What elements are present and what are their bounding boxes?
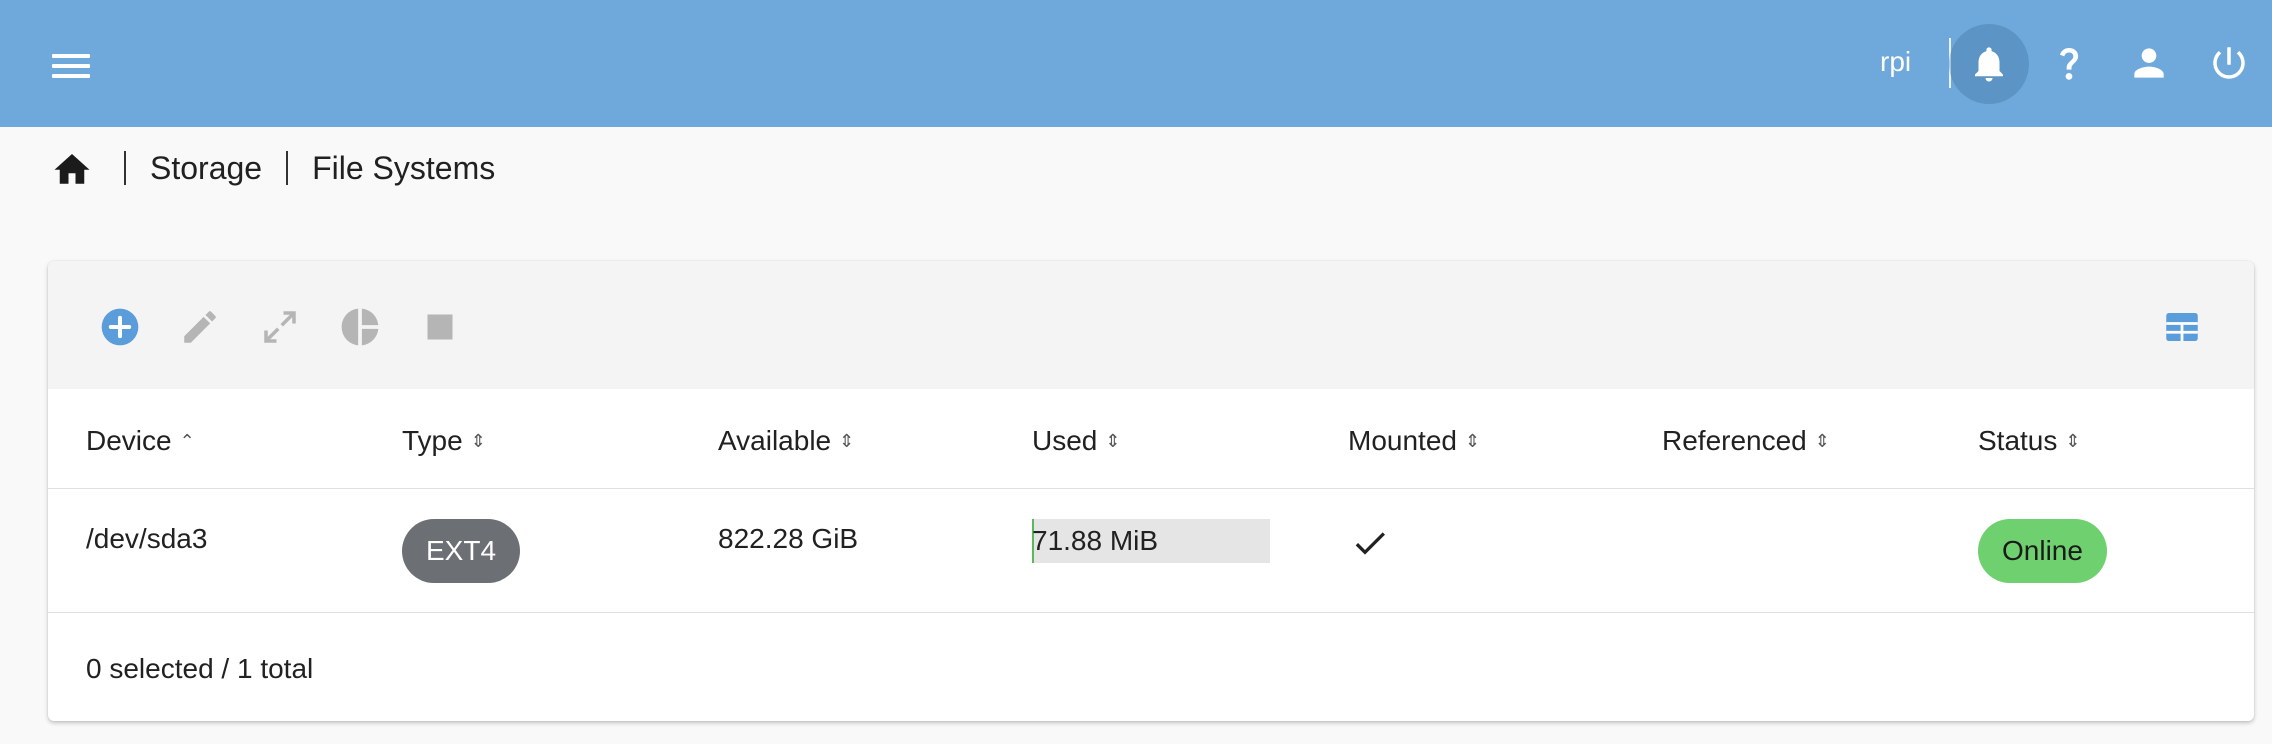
breadcrumb-separator <box>124 151 126 185</box>
mounted-check-icon <box>1355 532 1385 555</box>
column-header-referenced[interactable]: Referenced ⇕ <box>1662 425 1830 457</box>
create-button[interactable] <box>96 303 144 351</box>
column-label: Status <box>1978 425 2058 456</box>
column-label: Type <box>402 425 463 456</box>
resize-button[interactable] <box>256 303 304 351</box>
help-button[interactable] <box>2046 40 2092 86</box>
column-header-available[interactable]: Available ⇕ <box>718 425 854 457</box>
column-header-status[interactable]: Status ⇕ <box>1978 425 2080 457</box>
stop-icon <box>427 314 453 340</box>
table-toolbar <box>48 261 2254 389</box>
hostname-label: rpi <box>1880 46 1912 77</box>
column-label: Available <box>718 425 832 456</box>
column-label: Used <box>1032 425 1098 456</box>
sort-both-icon: ⇕ <box>470 431 486 451</box>
expand-icon <box>264 311 296 343</box>
view-toggle-button[interactable] <box>2158 303 2206 351</box>
sort-ascending-icon: ⌃ <box>179 431 195 451</box>
unmount-button[interactable] <box>416 303 464 351</box>
sort-both-icon: ⇕ <box>1814 431 1830 451</box>
cell-available: 822.28 GiB <box>718 523 859 554</box>
user-icon <box>2134 48 2164 78</box>
user-button[interactable] <box>2126 40 2172 86</box>
home-icon <box>54 154 90 184</box>
sort-both-icon: ⇕ <box>1464 431 1481 451</box>
column-header-device[interactable]: Device ⌃ <box>86 425 195 457</box>
column-label: Mounted <box>1348 425 1457 456</box>
breadcrumb: Storage File Systems <box>50 140 495 196</box>
pencil-icon <box>184 311 216 343</box>
bell-icon <box>1975 47 2003 82</box>
column-label: Referenced <box>1662 425 1807 456</box>
power-icon <box>2213 47 2245 79</box>
breadcrumb-separator <box>286 151 289 185</box>
table-grid-icon <box>2166 313 2198 341</box>
column-header-mounted[interactable]: Mounted ⇕ <box>1348 425 1480 457</box>
breadcrumb-home[interactable] <box>50 146 94 190</box>
notifications-button[interactable] <box>1949 24 2029 104</box>
column-header-used[interactable]: Used ⇕ <box>1032 425 1120 457</box>
edit-button[interactable] <box>176 303 224 351</box>
power-button[interactable] <box>2206 40 2252 86</box>
table-row[interactable]: /dev/sda3 EXT4 822.28 GiB 71.88 MiB Onli… <box>48 489 2254 613</box>
help-icon <box>2059 48 2079 80</box>
top-bar: rpi <box>0 0 2272 127</box>
breadcrumb-item-file-systems: File Systems <box>312 149 496 186</box>
menu-icon[interactable] <box>52 52 92 80</box>
sort-both-icon: ⇕ <box>839 431 855 451</box>
add-circle-icon <box>101 308 139 346</box>
breadcrumb-item-storage[interactable]: Storage <box>150 150 262 187</box>
type-badge: EXT4 <box>402 519 521 583</box>
sort-both-icon: ⇕ <box>1105 431 1121 451</box>
column-header-type[interactable]: Type ⇕ <box>402 425 486 457</box>
selection-summary: 0 selected / 1 total <box>86 653 314 684</box>
file-systems-table-card: Device ⌃ Type ⇕ Available ⇕ Used ⇕ Mounted ⇕ … <box>48 261 2254 721</box>
quota-button[interactable] <box>336 303 384 351</box>
pie-chart-icon <box>341 308 379 346</box>
status-badge: Online <box>1978 519 2107 583</box>
cell-used: 71.88 MiB <box>1032 525 1159 556</box>
sort-both-icon: ⇕ <box>2065 431 2081 451</box>
cell-device: /dev/sda3 <box>86 523 208 554</box>
table-header: Device ⌃ Type ⇕ Available ⇕ Used ⇕ Mounted ⇕ … <box>48 389 2254 489</box>
column-label: Device <box>86 425 172 456</box>
